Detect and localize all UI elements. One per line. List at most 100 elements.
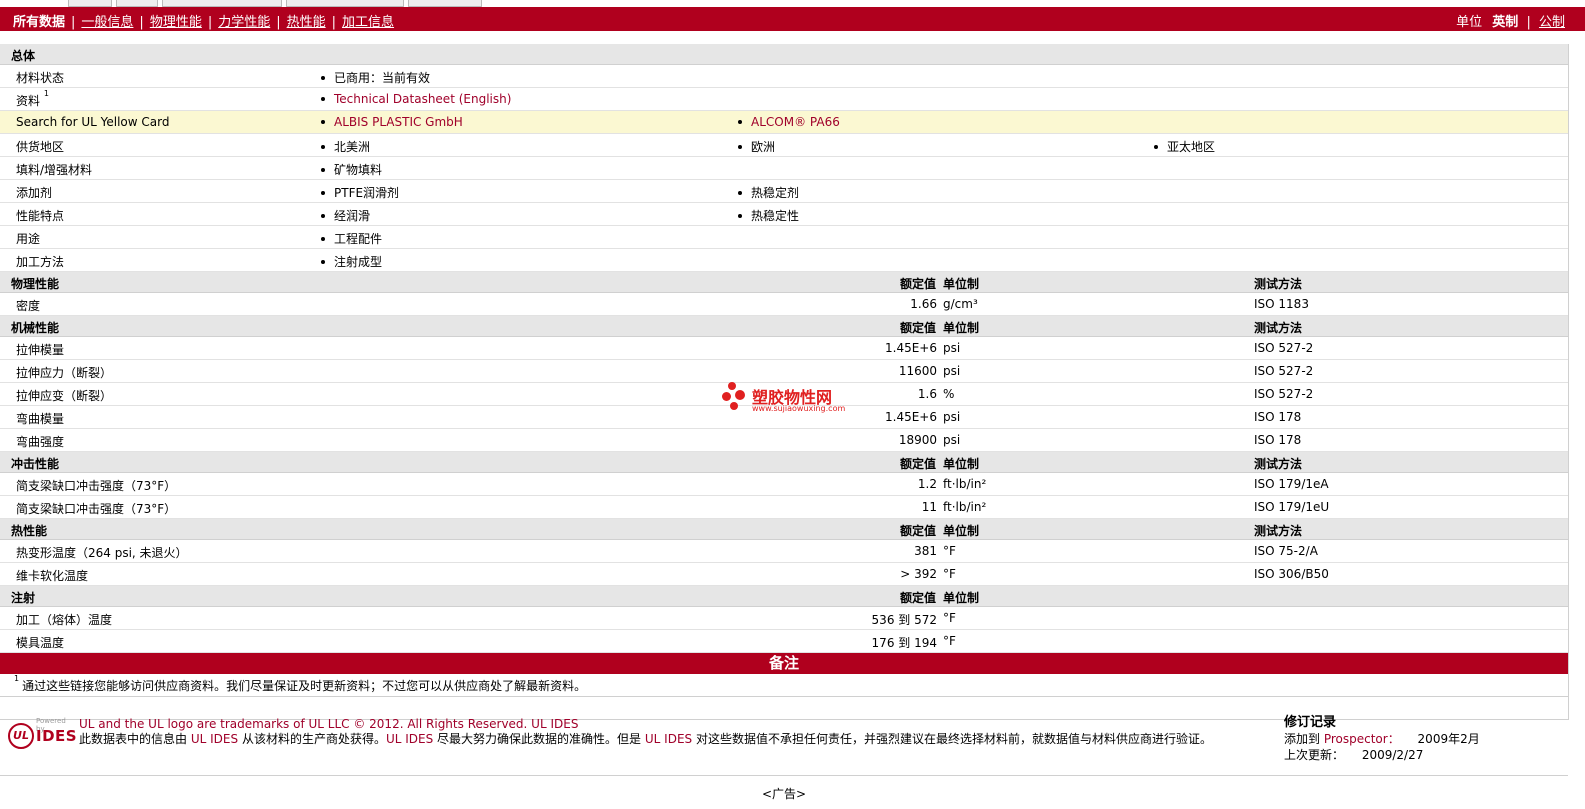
test-method: ISO 306/B50 bbox=[1254, 567, 1329, 581]
added-date: 2009年2月 bbox=[1417, 732, 1480, 746]
test-method: ISO 178 bbox=[1254, 433, 1302, 447]
tab-stub[interactable] bbox=[116, 0, 158, 7]
general-row: 材料状态 已商用：当前有效 bbox=[0, 65, 1568, 88]
revision-title: 修订记录 bbox=[1284, 715, 1337, 730]
property-label-text: Search for UL Yellow Card bbox=[16, 115, 170, 129]
column-header-test: 测试方法 bbox=[1254, 277, 1303, 291]
nav-tab-mechanical[interactable]: 力学性能 bbox=[218, 15, 270, 30]
property-row: 维卡软化温度 > 392 °F ISO 306/B50 bbox=[0, 563, 1568, 586]
section-title: 总体 bbox=[11, 49, 36, 63]
trademark-notice[interactable]: UL and the UL logo are trademarks of UL … bbox=[79, 717, 578, 731]
property-value[interactable]: ALCOM® PA66 bbox=[738, 115, 840, 129]
property-label: 加工（熔体）温度 bbox=[16, 613, 113, 627]
property-unit: psi bbox=[943, 341, 961, 355]
property-value: 11600 bbox=[898, 364, 937, 378]
general-row: 性能特点 经润滑 热稳定性 bbox=[0, 203, 1568, 226]
property-label-text: 材料状态 bbox=[16, 71, 65, 85]
property-value: 176 到 194 bbox=[871, 636, 937, 650]
ul-ides-link[interactable]: UL IDES bbox=[386, 732, 433, 746]
note-row: 1通过这些链接您能够访问供应商资料。我们尽量保证及时更新资料；不过您可以从供应商… bbox=[0, 674, 1568, 697]
tab-stub[interactable] bbox=[162, 0, 282, 7]
property-label: 拉伸模量 bbox=[16, 343, 65, 357]
nav-separator: | bbox=[71, 15, 76, 30]
bullet-icon bbox=[321, 145, 325, 149]
property-unit: °F bbox=[943, 634, 956, 648]
property-label: 性能特点 bbox=[16, 207, 64, 224]
property-value-link[interactable]: ALBIS PLASTIC GmbH bbox=[334, 115, 463, 129]
nav-tab-processing[interactable]: 加工信息 bbox=[342, 15, 394, 30]
property-unit: °F bbox=[943, 611, 956, 625]
tab-stub[interactable] bbox=[408, 0, 482, 7]
ul-ides-link[interactable]: UL IDES bbox=[191, 732, 238, 746]
note-body: 通过这些链接您能够访问供应商资料。我们尽量保证及时更新资料；不过您可以从供应商处… bbox=[22, 679, 587, 693]
property-value: 1.2 bbox=[917, 477, 937, 491]
unit-imperial-selected: 英制 bbox=[1492, 15, 1519, 30]
property-label: 简支梁缺口冲击强度（73°F） bbox=[16, 502, 177, 516]
section-title: 冲击性能 bbox=[11, 457, 60, 471]
property-label-text: 填料/增强材料 bbox=[16, 163, 93, 177]
test-method: ISO 75-2/A bbox=[1254, 544, 1318, 558]
bullet-icon bbox=[321, 214, 325, 218]
property-label: 维卡软化温度 bbox=[16, 569, 89, 583]
nav-tab-general[interactable]: 一般信息 bbox=[81, 15, 133, 30]
property-unit: psi bbox=[943, 433, 961, 447]
property-label: 拉伸应变（断裂） bbox=[16, 389, 113, 403]
property-row: 拉伸模量 1.45E+6 psi ISO 527-2 bbox=[0, 337, 1568, 360]
ad-label[interactable]: <广告> bbox=[0, 785, 1568, 802]
prospector-link[interactable]: Prospector： bbox=[1324, 732, 1400, 746]
property-label: 资料 1 bbox=[16, 89, 49, 109]
property-label: 拉伸应力（断裂） bbox=[16, 366, 113, 380]
column-header-nominal: 额定值 bbox=[899, 277, 936, 291]
ul-ides-logo[interactable]: Powered by UL IDES bbox=[6, 715, 77, 749]
property-value[interactable]: ALBIS PLASTIC GmbH bbox=[321, 115, 463, 129]
property-label: 填料/增强材料 bbox=[16, 161, 92, 178]
bullet-icon bbox=[321, 120, 325, 124]
section-header-general: 总体 bbox=[0, 44, 1568, 65]
property-value: 欧洲 bbox=[738, 138, 775, 155]
property-value: 热稳定性 bbox=[738, 207, 799, 224]
property-value-text: 北美洲 bbox=[334, 140, 371, 154]
general-row: Search for UL Yellow Card ALBIS PLASTIC G… bbox=[0, 111, 1568, 134]
bullet-icon bbox=[321, 97, 325, 101]
tab-stub[interactable] bbox=[68, 0, 112, 7]
property-value: 1.45E+6 bbox=[885, 341, 937, 355]
property-value[interactable]: Technical Datasheet (English) bbox=[321, 92, 511, 106]
property-label: 供货地区 bbox=[16, 138, 64, 155]
property-value: 亚太地区 bbox=[1154, 138, 1215, 155]
property-label: 弯曲模量 bbox=[16, 412, 65, 426]
general-row: 用途 工程配件 bbox=[0, 226, 1568, 249]
property-value-text: 亚太地区 bbox=[1167, 140, 1216, 154]
section-title: 物理性能 bbox=[11, 277, 60, 291]
disclaimer-text: 从该材料的生产商处获得。 bbox=[241, 732, 386, 746]
property-value: 工程配件 bbox=[321, 230, 382, 247]
section-title: 机械性能 bbox=[11, 321, 60, 335]
property-value-link[interactable]: Technical Datasheet (English) bbox=[334, 92, 511, 106]
disclaimer-text: 对这些数据值不承担任何责任，并强烈建议在最终选择材料前，就数据值与材料供应商进行… bbox=[695, 732, 1212, 746]
property-value-text: 热稳定剂 bbox=[751, 186, 800, 200]
property-value: 注射成型 bbox=[321, 253, 382, 270]
property-value: 18900 bbox=[898, 433, 937, 447]
ul-ides-link[interactable]: UL IDES bbox=[645, 732, 692, 746]
watermark-dot-icon bbox=[735, 390, 745, 400]
property-value: > 392 bbox=[900, 567, 937, 581]
property-value: 热稳定剂 bbox=[738, 184, 799, 201]
footnote-marker[interactable]: 1 bbox=[44, 89, 49, 98]
general-row: 供货地区 北美洲 欧洲 亚太地区 bbox=[0, 134, 1568, 157]
column-header-test: 测试方法 bbox=[1254, 457, 1303, 471]
unit-switcher: 单位 英制 | 公制 bbox=[1456, 11, 1565, 30]
bullet-icon bbox=[321, 191, 325, 195]
section-header: 热性能 额定值 单位制 测试方法 bbox=[0, 519, 1568, 540]
added-label: 添加到 bbox=[1284, 732, 1321, 746]
unit-metric-link[interactable]: 公制 bbox=[1539, 15, 1565, 30]
property-row: 加工（熔体）温度 536 到 572 °F bbox=[0, 607, 1568, 630]
section-header: 冲击性能 额定值 单位制 测试方法 bbox=[0, 452, 1568, 473]
property-label: 添加剂 bbox=[16, 184, 52, 201]
property-value-text: 热稳定性 bbox=[751, 209, 800, 223]
test-method: ISO 179/1eA bbox=[1254, 477, 1329, 491]
nav-tab-physical[interactable]: 物理性能 bbox=[150, 15, 202, 30]
property-unit: psi bbox=[943, 364, 961, 378]
property-row: 简支梁缺口冲击强度（73°F） 1.2 ft·lb/in² ISO 179/1eA bbox=[0, 473, 1568, 496]
nav-tab-thermal[interactable]: 热性能 bbox=[287, 15, 326, 30]
property-value-link[interactable]: ALCOM® PA66 bbox=[751, 115, 840, 129]
tab-stub[interactable] bbox=[286, 0, 404, 7]
